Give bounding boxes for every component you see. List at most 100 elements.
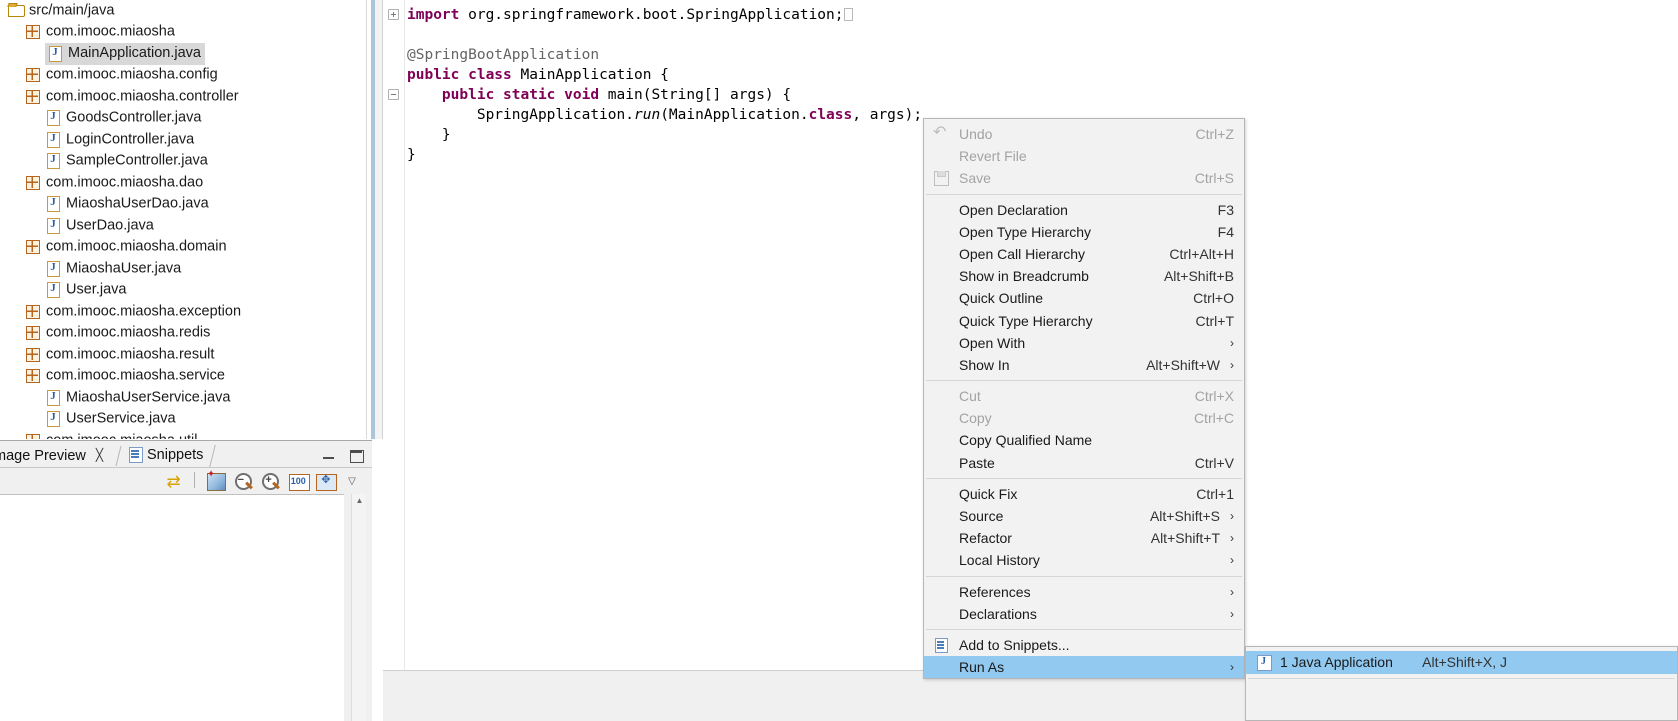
submenu-item-label: 1 Java Application	[1280, 654, 1393, 670]
menu-item-local-history[interactable]: Local History ›	[924, 549, 1244, 571]
menu-item-label: Quick Fix	[959, 485, 1018, 502]
menu-item-paste[interactable]: Paste Ctrl+V	[924, 452, 1244, 474]
menu-item-declarations[interactable]: Declarations ›	[924, 603, 1244, 625]
fold-collapse-icon[interactable]	[388, 89, 399, 100]
fold-expand-icon[interactable]	[388, 9, 399, 20]
tree-item-label: MiaoshaUserDao.java	[66, 195, 209, 212]
menu-item-show-in-breadcrumb[interactable]: Show in Breadcrumb Alt+Shift+B	[924, 265, 1244, 287]
menu-item-run-as[interactable]: Run As ›	[924, 656, 1244, 679]
chevron-right-icon: ›	[1230, 357, 1234, 372]
tree-item-content: com.imooc.miaosha.dao	[25, 174, 204, 191]
preview-scrollbar[interactable]	[351, 494, 366, 721]
tree-item[interactable]: User.java	[0, 280, 365, 302]
tab-snippets[interactable]: Snippets	[128, 443, 203, 467]
tree-item-content: com.imooc.miaosha.domain	[25, 239, 227, 255]
tree-item-selected[interactable]: MainApplication.java	[0, 43, 365, 66]
code-line: }	[407, 125, 922, 145]
tree-item[interactable]: MiaoshaUserDao.java	[0, 194, 365, 216]
run-as-submenu[interactable]: 1 Java Application Alt+Shift+X, J	[1245, 646, 1678, 721]
paint-icon[interactable]	[205, 469, 227, 492]
tab-image-preview[interactable]: mage Preview ╳	[0, 443, 103, 467]
menu-item-shortcut: Ctrl+O	[1193, 290, 1234, 307]
package-icon	[25, 174, 41, 190]
explorer-sash[interactable]	[366, 0, 369, 439]
tree-item-label: MiaoshaUserService.java	[66, 389, 231, 405]
menu-item-quick-fix[interactable]: Quick Fix Ctrl+1	[924, 483, 1244, 505]
chevron-down-icon[interactable]	[343, 471, 365, 492]
zoom-in-icon[interactable]: +	[260, 471, 282, 492]
minimize-icon[interactable]	[321, 449, 337, 463]
sync-icon[interactable]	[163, 471, 185, 492]
tree-item[interactable]: SampleController.java	[0, 151, 365, 173]
menu-item-copy-qualified-name[interactable]: Copy Qualified Name	[924, 429, 1244, 451]
menu-item-undo[interactable]: Undo Ctrl+Z	[924, 122, 1244, 145]
tree-item-content: com.imooc.miaosha.util	[25, 432, 198, 439]
maximize-icon[interactable]	[348, 449, 364, 463]
tree-item-label: UserService.java	[66, 410, 176, 427]
tree-item[interactable]: GoodsController.java	[0, 108, 365, 130]
tree-item-content: com.imooc.miaosha	[25, 24, 175, 40]
tree-item-label: com.imooc.miaosha.exception	[46, 303, 242, 319]
view-window-buttons[interactable]	[314, 447, 364, 463]
text-caret	[843, 8, 853, 21]
menu-separator	[926, 575, 1242, 577]
menu-item-save[interactable]: Save Ctrl+S	[924, 167, 1244, 189]
image-preview-view[interactable]: mage Preview ╳ Snippets − +	[0, 440, 372, 721]
tree-item-label: com.imooc.miaosha.domain	[46, 238, 227, 255]
tree-item[interactable]: UserDao.java	[0, 215, 365, 237]
image-preview-toolbar[interactable]: − +	[0, 467, 372, 494]
close-icon[interactable]: ╳	[96, 448, 103, 462]
submenu-item-java-application[interactable]: 1 Java Application Alt+Shift+X, J	[1246, 651, 1677, 674]
menu-item-open-type-hierarchy[interactable]: Open Type Hierarchy F4	[924, 221, 1244, 243]
tree-item[interactable]: com.imooc.miaosha.util	[0, 430, 365, 439]
package-explorer-tree[interactable]: src/main/java com.imooc.miaosha MainApplic…	[0, 0, 365, 439]
editor-code[interactable]: import org.springframework.boot.SpringAp…	[407, 5, 922, 165]
tree-item-label: com.imooc.miaosha.dao	[46, 174, 204, 190]
tree-item[interactable]: com.imooc.miaosha.domain	[0, 237, 365, 259]
fit-icon[interactable]	[315, 471, 338, 492]
tree-item[interactable]: com.imooc.miaosha.redis	[0, 323, 365, 345]
tree-item-content: src/main/java	[8, 2, 114, 19]
editor-gutter[interactable]	[383, 0, 405, 670]
menu-item-copy[interactable]: Copy Ctrl+C	[924, 407, 1244, 429]
editor-context-menu[interactable]: Undo Ctrl+Z Revert File Save Ctrl+S Open Decl…	[923, 118, 1245, 680]
tree-item[interactable]: UserService.java	[0, 409, 365, 431]
menu-item-shortcut: Alt+Shift+S	[1149, 508, 1220, 524]
java-file-icon	[45, 260, 61, 277]
tree-item[interactable]: MiaoshaUser.java	[0, 258, 365, 280]
zoom-out-icon[interactable]: −	[233, 471, 255, 492]
menu-item-label: Save	[959, 170, 991, 187]
chevron-right-icon: ›	[1230, 553, 1234, 568]
view-tab-bar[interactable]: mage Preview ╳ Snippets	[0, 441, 372, 467]
menu-item-show-in[interactable]: Show In Alt+Shift+W ›	[924, 354, 1244, 376]
menu-item-cut[interactable]: Cut Ctrl+X	[924, 385, 1244, 407]
menu-item-open-declaration[interactable]: Open Declaration F3	[924, 199, 1244, 221]
tree-item[interactable]: com.imooc.miaosha.dao	[0, 172, 365, 194]
tree-item[interactable]: com.imooc.miaosha.config	[0, 65, 365, 87]
tree-item[interactable]: LoginController.java	[0, 129, 365, 151]
menu-item-label: Cut	[959, 388, 981, 405]
tree-item[interactable]: com.imooc.miaosha.result	[0, 344, 365, 366]
tree-item[interactable]: com.imooc.miaosha.service	[0, 366, 365, 388]
menu-item-add-to-snippets[interactable]: Add to Snippets...	[924, 634, 1244, 656]
tree-item[interactable]: com.imooc.miaosha	[0, 22, 365, 44]
menu-item-shortcut: Ctrl+S	[1194, 170, 1234, 187]
menu-item-references[interactable]: References ›	[924, 581, 1244, 603]
package-icon	[25, 432, 41, 439]
tree-item[interactable]: src/main/java	[0, 0, 365, 22]
menu-item-quick-type-hierarchy[interactable]: Quick Type Hierarchy Ctrl+T	[924, 310, 1244, 332]
tree-item[interactable]: com.imooc.miaosha.exception	[0, 301, 365, 323]
code-token: run	[633, 107, 661, 123]
package-explorer[interactable]: src/main/java com.imooc.miaosha MainApplic…	[0, 0, 365, 439]
zoom-100-icon[interactable]	[288, 471, 310, 492]
menu-item-revert-file[interactable]: Revert File	[924, 145, 1244, 167]
menu-item-open-call-hierarchy[interactable]: Open Call Hierarchy Ctrl+Alt+H	[924, 243, 1244, 265]
tree-item[interactable]: com.imooc.miaosha.controller	[0, 86, 365, 108]
menu-item-refactor[interactable]: Refactor Alt+Shift+T ›	[924, 527, 1244, 549]
tree-item[interactable]: MiaoshaUserService.java	[0, 387, 365, 409]
menu-item-label: Quick Type Hierarchy	[959, 312, 1093, 329]
menu-item-open-with[interactable]: Open With ›	[924, 332, 1244, 354]
menu-item-quick-outline[interactable]: Quick Outline Ctrl+O	[924, 287, 1244, 309]
tree-item-content: com.imooc.miaosha.config	[25, 67, 218, 83]
menu-item-source[interactable]: Source Alt+Shift+S ›	[924, 505, 1244, 527]
